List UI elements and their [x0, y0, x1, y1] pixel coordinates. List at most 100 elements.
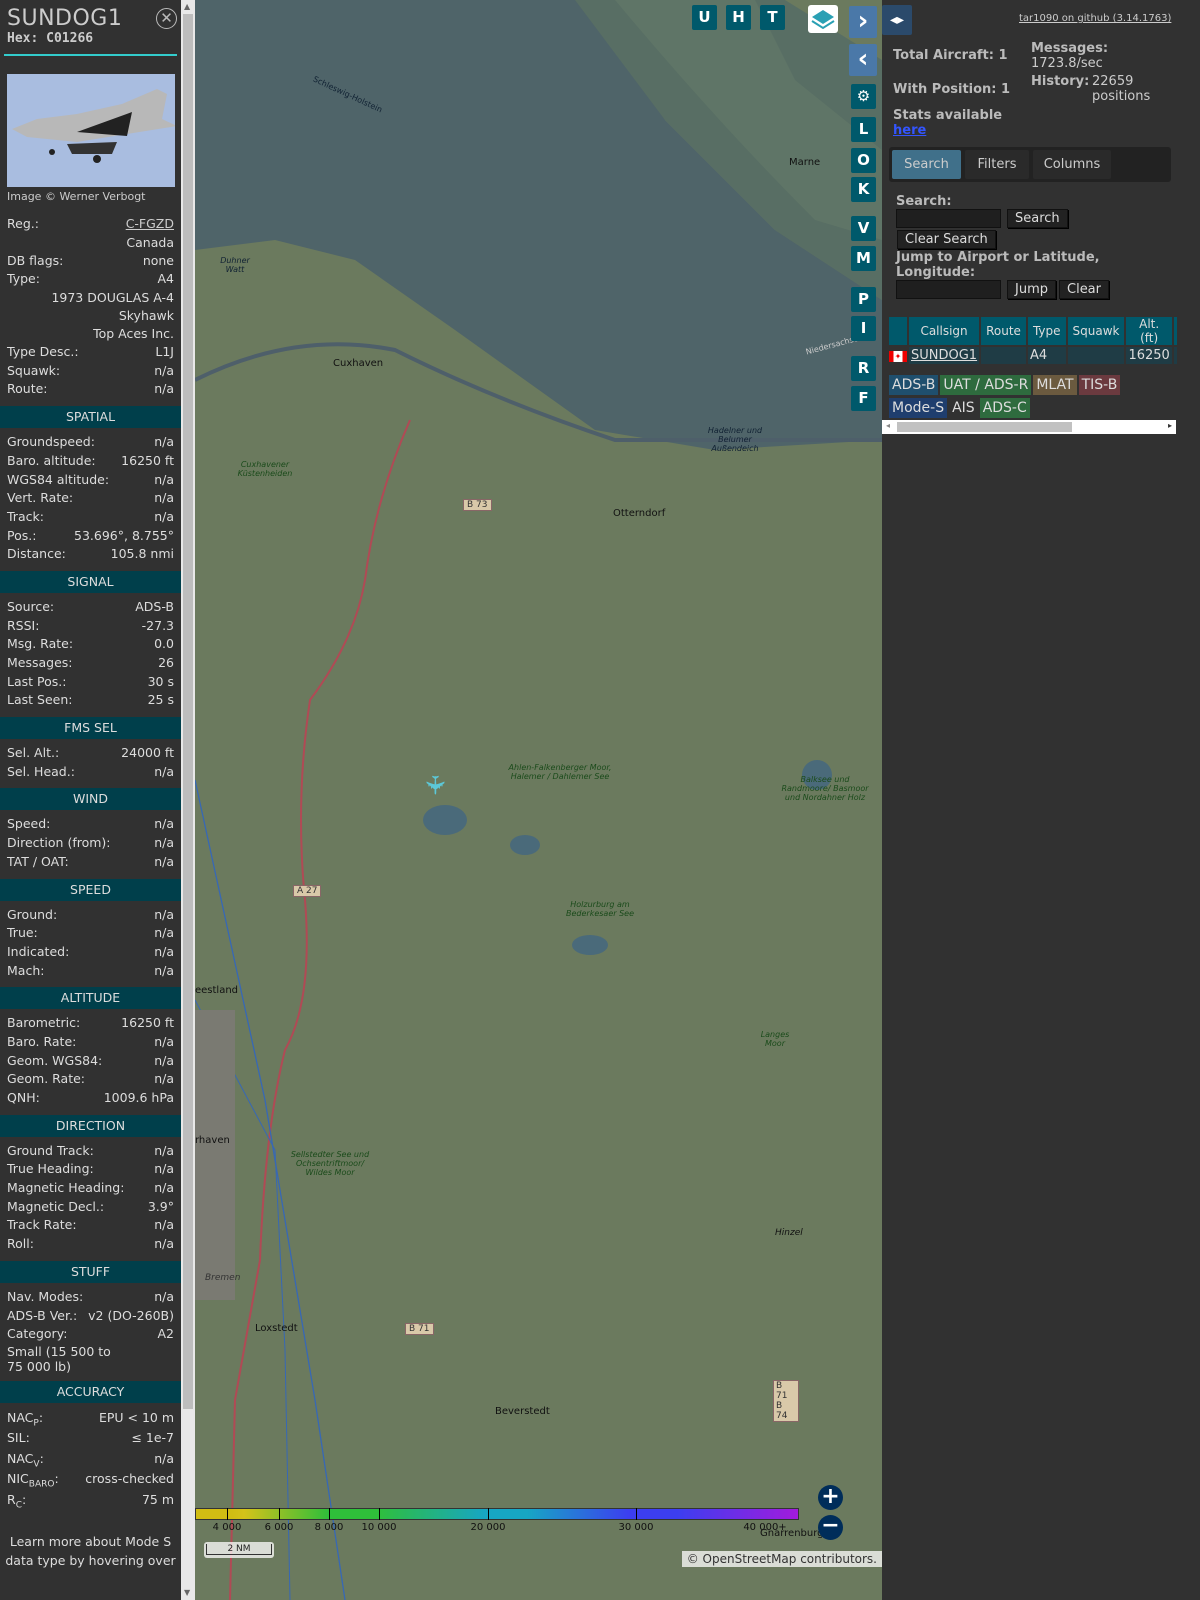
detail-row: RSSI: -27.3 — [0, 617, 181, 636]
column-header[interactable]: Sp — [1173, 317, 1177, 345]
clear-button[interactable]: Clear — [1059, 280, 1109, 299]
nature-label: Hadelner und Belumer Außendeich — [707, 426, 763, 453]
detail-label: Baro. Rate: — [7, 1033, 77, 1049]
aircraft-marker-icon[interactable]: ✈ — [419, 774, 449, 796]
settings-button[interactable]: ⚙ — [851, 84, 876, 109]
panel-scrollbar[interactable]: ▲ ▼ — [181, 0, 195, 1600]
close-icon[interactable]: ✕ — [156, 8, 177, 29]
section-header-altitude: ALTITUDE — [0, 987, 181, 1010]
detail-label: True Heading: — [7, 1161, 94, 1177]
detail-value: n/a — [154, 816, 174, 832]
map-button-f[interactable]: F — [851, 386, 876, 411]
map-attribution[interactable]: © OpenStreetMap contributors. — [681, 1551, 882, 1567]
detail-value: n/a — [154, 835, 174, 851]
detail-value: n/a — [154, 925, 174, 941]
legend-tick — [379, 1508, 380, 1520]
label-subscript: P — [33, 1418, 39, 1429]
section-header-fms-sel: FMS SEL — [0, 717, 181, 740]
jump-input[interactable] — [896, 280, 1001, 299]
source-badge[interactable]: MLAT — [1033, 375, 1077, 395]
map-button-h[interactable]: H — [726, 5, 751, 30]
table-horizontal-scrollbar[interactable]: ◂ ▸ — [882, 420, 1176, 434]
column-header[interactable]: Type — [1027, 317, 1066, 345]
image-credit: Image © Werner Verbogt — [7, 190, 146, 203]
layers-button[interactable] — [808, 5, 838, 33]
map-button-l[interactable]: L — [851, 117, 876, 142]
table-row[interactable]: ✦ SUNDOG1 A4 16250 — [889, 347, 1177, 364]
map-button-i[interactable]: I — [851, 316, 876, 341]
search-input[interactable] — [896, 209, 1001, 228]
source-badge[interactable]: Mode-S — [889, 398, 948, 418]
detail-row: True: n/a — [0, 924, 181, 943]
section-header-direction: DIRECTION — [0, 1114, 181, 1137]
map-button-p[interactable]: P — [851, 287, 876, 312]
detail-row: Messages: 26 — [0, 654, 181, 673]
detail-row: Indicated: n/a — [0, 943, 181, 962]
detail-value: 0.0 — [154, 636, 174, 652]
search-button[interactable]: Search — [1007, 209, 1068, 228]
info-label: Squawk: — [7, 362, 61, 378]
tab-filters[interactable]: Filters — [965, 150, 1029, 179]
detail-row: Mach: n/a — [0, 962, 181, 981]
accuracy-row: RC: 75 m — [0, 1490, 181, 1511]
github-link[interactable]: tar1090 on github (3.14.1763) — [1019, 13, 1171, 24]
section-header-signal: SIGNAL — [0, 570, 181, 593]
column-header[interactable]: Alt. (ft) — [1126, 317, 1172, 345]
tab-columns[interactable]: Columns — [1033, 150, 1111, 179]
label-subscript: C — [15, 1500, 22, 1511]
source-badge[interactable]: AIS — [949, 398, 978, 418]
column-header[interactable]: Callsign — [909, 317, 980, 345]
detail-value: n/a — [154, 962, 174, 978]
collapse-sidebar-button[interactable]: ‹ — [849, 44, 877, 76]
info-row: Reg.: C-FGZD — [0, 215, 181, 234]
source-badge[interactable]: UAT / ADS-R — [940, 375, 1032, 395]
detail-label: Indicated: — [7, 943, 70, 959]
aircraft-table: CallsignRouteTypeSquawkAlt. (ft)Sp ✦ SUN… — [887, 315, 1177, 366]
source-badge[interactable]: ADS-B — [889, 375, 939, 395]
callsign-link[interactable]: SUNDOG1 — [911, 348, 977, 363]
clear-search-button[interactable]: Clear Search — [897, 230, 996, 249]
map-view[interactable]: Cuxhaven Otterndorf Marne Beverstedt Lox… — [195, 0, 882, 1600]
detail-label: Baro. altitude: — [7, 452, 96, 468]
detail-label: Magnetic Decl.: — [7, 1198, 105, 1214]
zoom-in-button[interactable]: + — [818, 1485, 843, 1510]
expand-sidebar-button[interactable]: › — [849, 6, 877, 38]
aircraft-photo[interactable] — [7, 74, 175, 187]
column-header[interactable] — [889, 317, 907, 345]
detail-row: True Heading: n/a — [0, 1160, 181, 1179]
detail-label: Pos.: — [7, 527, 37, 543]
detail-value: n/a — [154, 471, 174, 487]
detail-row: Vert. Rate: n/a — [0, 489, 181, 508]
map-button-o[interactable]: O — [851, 148, 876, 173]
map-button-u[interactable]: U — [692, 5, 717, 30]
legend-tick-label: 6 000 — [264, 1522, 294, 1533]
stats-link[interactable]: here — [893, 123, 926, 138]
legend-tick — [488, 1508, 489, 1520]
info-value: Canada — [126, 234, 174, 250]
detail-label: Last Pos.: — [7, 673, 67, 689]
map-button-m[interactable]: M — [851, 246, 876, 271]
detail-label: Category: — [7, 1326, 68, 1342]
place-label: Loxstedt — [255, 1323, 298, 1334]
map-button-r[interactable]: R — [851, 356, 876, 381]
detail-value: n/a — [154, 1033, 174, 1049]
column-header[interactable]: Squawk — [1067, 317, 1125, 345]
map-button-k[interactable]: K — [851, 177, 876, 202]
registration-link[interactable]: C-FGZD — [126, 215, 174, 234]
nature-label: Holzurburg am Bederkesaer See — [566, 900, 634, 918]
column-header[interactable]: Route — [981, 317, 1026, 345]
toggle-sidebar-button[interactable]: ◂▸ — [882, 5, 912, 35]
source-badge[interactable]: ADS-C — [979, 398, 1030, 418]
detail-row: Baro. Rate: n/a — [0, 1033, 181, 1052]
jump-button[interactable]: Jump — [1007, 280, 1056, 299]
detail-value: n/a — [154, 1052, 174, 1068]
tab-search[interactable]: Search — [892, 150, 961, 179]
detail-row: Nav. Modes: n/a — [0, 1288, 181, 1307]
label-base: R — [7, 1491, 16, 1507]
accuracy-value: EPU < 10 m — [98, 1409, 174, 1425]
source-badge[interactable]: TIS-B — [1078, 375, 1121, 395]
aircraft-detail-panel: SUNDOG1 Hex: C01266 ✕ Image © Werner Ver… — [0, 0, 181, 1600]
map-button-t[interactable]: T — [760, 5, 785, 30]
map-button-v[interactable]: V — [851, 216, 876, 241]
zoom-out-button[interactable]: − — [818, 1515, 843, 1540]
